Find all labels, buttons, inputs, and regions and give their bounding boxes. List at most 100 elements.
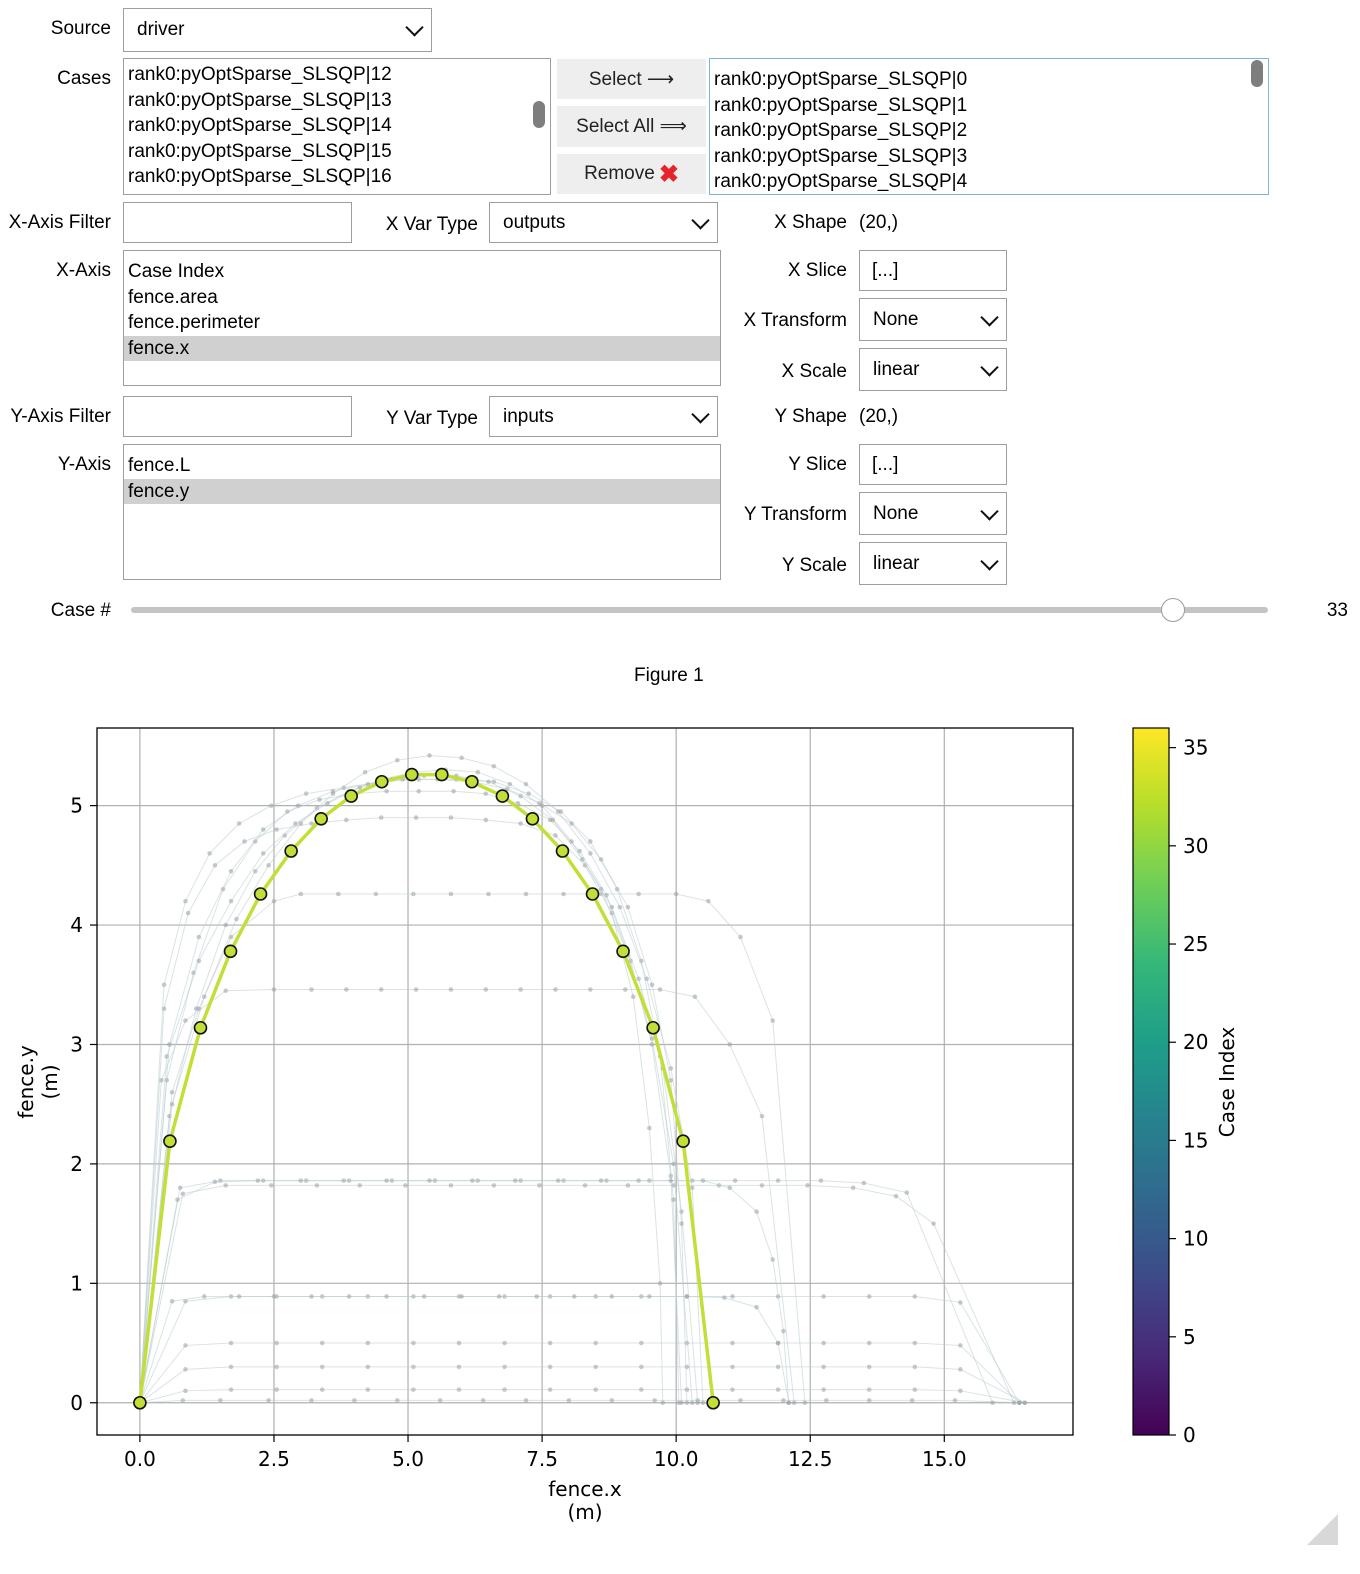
background-case-point xyxy=(260,827,266,832)
colorbar-tick-label: 25 xyxy=(1183,932,1208,956)
available-case-item[interactable]: rank0:pyOptSparse_SLSQP|16 xyxy=(124,164,550,190)
background-case-point xyxy=(180,1398,186,1403)
background-case-point xyxy=(593,1340,599,1346)
y-var-type-select[interactable]: inputs xyxy=(489,396,718,437)
x-ticks: 0.0 2.5 5.0 7.5 10.0 12.5 15.0 xyxy=(124,1435,967,1471)
background-case-point xyxy=(341,1178,346,1183)
available-cases-scrollbar[interactable] xyxy=(533,101,545,128)
available-case-item[interactable]: rank0:pyOptSparse_SLSQP|13 xyxy=(124,88,550,114)
x-var-item[interactable]: Case Index xyxy=(124,259,720,285)
background-case-point xyxy=(507,781,513,787)
select-button[interactable]: Select ⟶ xyxy=(557,59,706,99)
selected-case-item[interactable]: rank0:pyOptSparse_SLSQP|3 xyxy=(710,144,1268,170)
y-tick-label: 1 xyxy=(70,1271,83,1295)
selected-cases-scrollbar[interactable] xyxy=(1251,60,1263,87)
background-case-point xyxy=(1017,1400,1022,1406)
remove-button[interactable]: Remove ✖ xyxy=(557,154,706,194)
x-var-item[interactable]: fence.perimeter xyxy=(124,310,720,336)
x-var-item[interactable]: fence.area xyxy=(124,285,720,311)
background-case-point xyxy=(185,910,191,916)
selected-case-item[interactable]: rank0:pyOptSparse_SLSQP|1 xyxy=(710,93,1268,119)
background-case-point xyxy=(228,869,234,874)
case-slider-handle[interactable] xyxy=(1161,598,1186,622)
y-scale-select[interactable]: linear xyxy=(859,542,1007,585)
y-scale-label: Y Scale xyxy=(781,555,847,576)
x-scale-select[interactable]: linear xyxy=(859,348,1007,391)
background-case-point xyxy=(639,1340,644,1346)
source-select[interactable]: driver xyxy=(123,8,432,52)
y-axis-list[interactable]: fence.L fence.y xyxy=(123,444,721,580)
background-case-point xyxy=(475,769,481,775)
background-case-point xyxy=(770,1257,775,1262)
background-case-point xyxy=(609,1398,615,1403)
background-case-point xyxy=(298,1178,304,1183)
background-case-point xyxy=(175,1197,180,1203)
y-transform-select[interactable]: None xyxy=(859,492,1007,535)
y-var-item[interactable]: fence.L xyxy=(124,453,720,479)
y-tick-label: 3 xyxy=(70,1032,83,1056)
background-case-point xyxy=(309,1398,314,1403)
x-axis-list[interactable]: Case Index fence.area fence.perimeter fence… xyxy=(123,250,721,386)
background-case-point xyxy=(861,1180,867,1186)
case-slider-track[interactable] xyxy=(131,607,1268,613)
chevron-down-icon xyxy=(980,357,999,377)
background-case-point xyxy=(486,891,491,897)
background-case-point xyxy=(553,833,558,838)
y-slice-input[interactable]: [...] xyxy=(859,444,1007,485)
background-case-line xyxy=(139,817,664,1403)
available-case-item[interactable]: rank0:pyOptSparse_SLSQP|12 xyxy=(124,62,550,88)
y-shape-value: (20,) xyxy=(859,406,899,427)
y-var-item[interactable]: fence.y xyxy=(124,478,720,504)
background-case-point xyxy=(754,1209,759,1214)
y-tick-label: 4 xyxy=(70,913,83,937)
x-filter-input[interactable] xyxy=(123,202,352,243)
background-case-point xyxy=(518,821,523,826)
x-slice-input[interactable]: [...] xyxy=(859,250,1007,291)
background-case-point xyxy=(207,851,212,856)
background-case-point xyxy=(319,1387,325,1392)
selected-case-item[interactable]: rank0:pyOptSparse_SLSQP|2 xyxy=(710,118,1268,144)
background-case-point xyxy=(1022,1400,1028,1406)
background-case-point xyxy=(1011,1400,1017,1406)
background-case-point xyxy=(309,1294,314,1299)
background-case-point xyxy=(684,1294,690,1299)
x-axis-label: X-Axis xyxy=(56,260,111,281)
available-case-item[interactable]: rank0:pyOptSparse_SLSQP|15 xyxy=(124,139,550,165)
y-filter-input[interactable] xyxy=(123,396,352,437)
x-var-type-select[interactable]: outputs xyxy=(489,202,718,243)
colorbar-tick-label: 10 xyxy=(1183,1227,1208,1251)
red-x-icon: ✖ xyxy=(658,160,679,188)
background-case-point xyxy=(228,1340,234,1346)
resize-handle-icon[interactable] xyxy=(1307,1514,1339,1546)
available-case-item[interactable]: rank0:pyOptSparse_SLSQP|14 xyxy=(124,113,550,139)
available-cases-list[interactable]: rank0:pyOptSparse_SLSQP|12 rank0:pyOptSpa… xyxy=(123,58,551,195)
background-case-point xyxy=(395,757,400,763)
y-var-type-value: inputs xyxy=(503,405,554,427)
background-case-point xyxy=(824,1398,829,1403)
background-case-point xyxy=(228,1387,234,1392)
highlighted-case-point xyxy=(253,887,268,901)
background-case-point xyxy=(496,1294,502,1299)
case-slider-value: 33 xyxy=(1326,600,1348,621)
colorbar-tick-label: 0 xyxy=(1183,1423,1196,1447)
background-case-point xyxy=(295,803,301,808)
background-case-point xyxy=(722,1295,727,1300)
background-case-point xyxy=(169,1101,175,1107)
background-case-point xyxy=(365,1387,371,1392)
select-all-button[interactable]: Select All ⟹ xyxy=(557,106,706,147)
background-case-point xyxy=(730,1294,735,1299)
background-case-point xyxy=(470,1178,475,1183)
highlighted-case-path xyxy=(138,772,715,1403)
selected-cases-list[interactable]: rank0:pyOptSparse_SLSQP|0 rank0:pyOptSpar… xyxy=(709,58,1269,195)
x-transform-select[interactable]: None xyxy=(859,298,1007,341)
x-axis-label: fence.x xyxy=(548,1477,622,1501)
background-case-point xyxy=(483,987,489,992)
background-case-point xyxy=(893,1193,899,1199)
background-case-point xyxy=(260,851,266,856)
selected-case-item[interactable]: rank0:pyOptSparse_SLSQP|0 xyxy=(710,67,1268,93)
x-var-item[interactable]: fence.x xyxy=(124,335,720,361)
background-case-point xyxy=(167,1042,172,1047)
background-case-point xyxy=(518,987,523,992)
background-case-point xyxy=(550,817,556,823)
selected-case-item[interactable]: rank0:pyOptSparse_SLSQP|4 xyxy=(710,169,1268,194)
